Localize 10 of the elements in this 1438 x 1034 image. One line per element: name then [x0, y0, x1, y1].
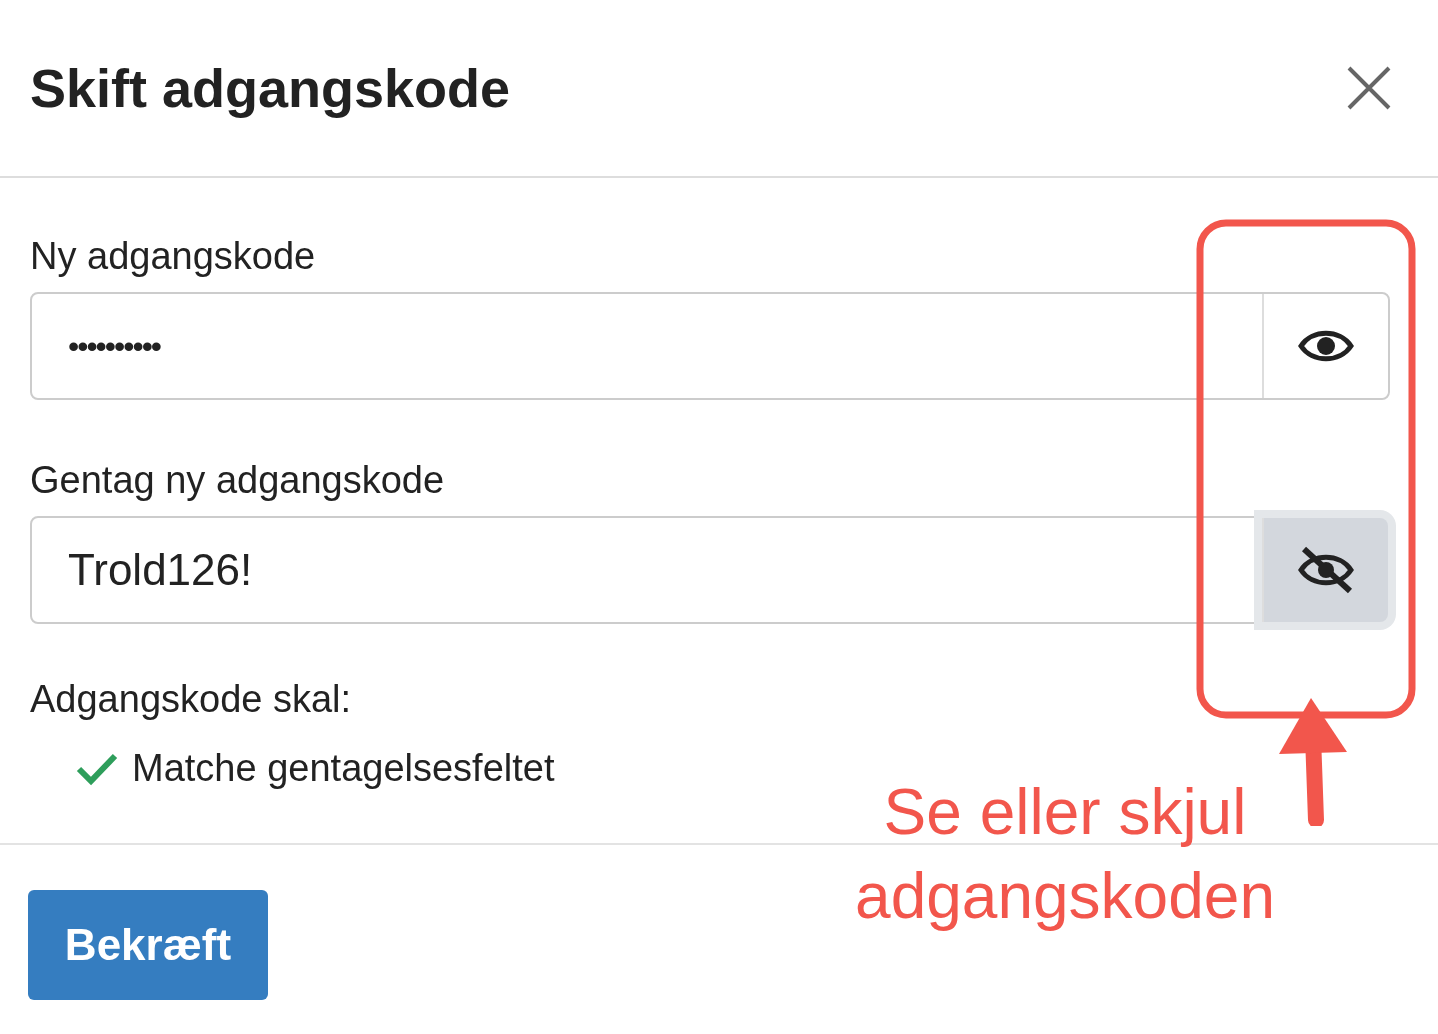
confirm-button[interactable]: Bekræft	[28, 890, 268, 1000]
requirements-heading: Adgangskode skal:	[30, 678, 353, 721]
requirement-text: Matche gentagelsesfeltet	[132, 747, 555, 790]
dialog-title: Skift adgangskode	[30, 57, 511, 119]
close-button[interactable]	[1346, 65, 1392, 111]
eye-slash-icon	[1296, 545, 1356, 595]
field-label: Gentag ny adgangskode	[30, 458, 446, 502]
annotation-text: Se eller skjul adgangskoden	[854, 775, 1276, 934]
field-label: Ny adgangskode	[30, 234, 317, 278]
password-field[interactable]: ••••••••••	[30, 292, 1390, 400]
